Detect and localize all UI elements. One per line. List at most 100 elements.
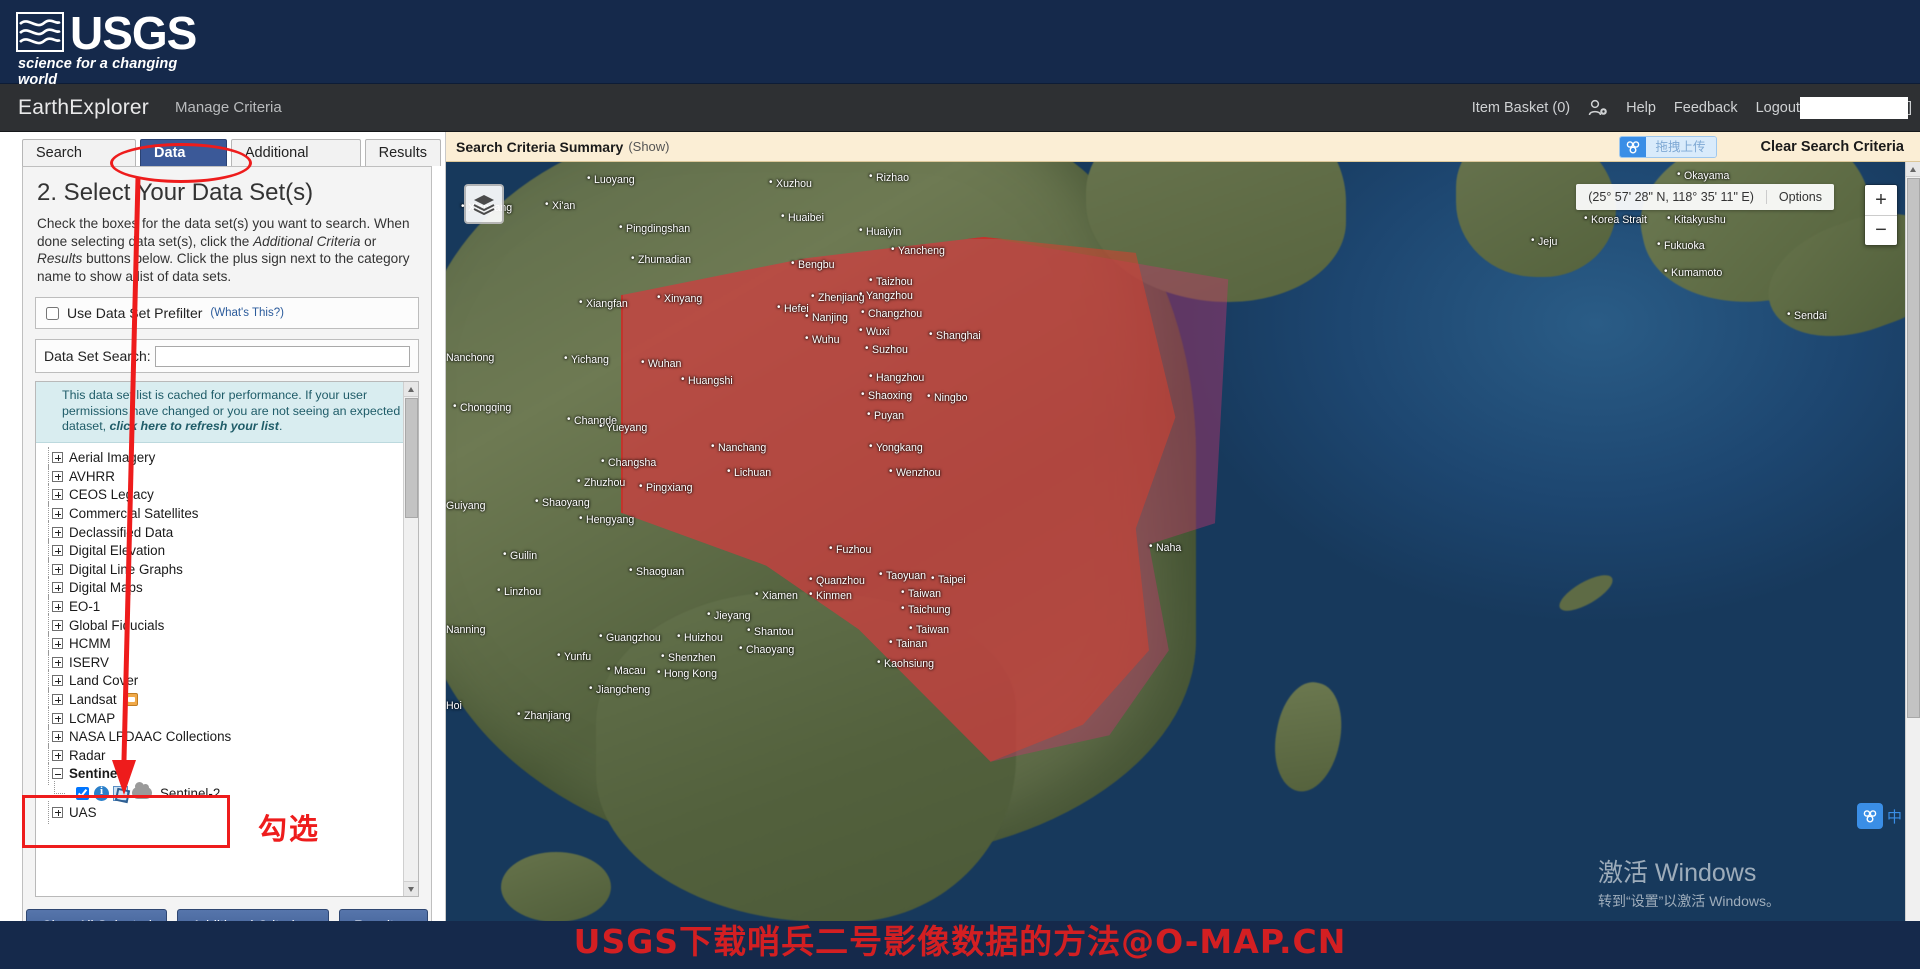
tree-item-digital-elevation[interactable]: Digital Elevation (46, 541, 418, 560)
map-canvas[interactable]: LuoyangXuzhouRizhaoOkayamaXianyangXi'anK… (446, 162, 1920, 969)
tab-data-sets[interactable]: Data Sets (140, 139, 227, 166)
tree-item-land-cover[interactable]: Land Cover (46, 672, 418, 691)
map-scrollbar-thumb[interactable] (1907, 178, 1920, 718)
scrollbar-thumb[interactable] (405, 398, 418, 518)
expand-plus-icon[interactable] (52, 694, 63, 705)
tree-item-iserv[interactable]: ISERV (46, 653, 418, 672)
cache-refresh-link[interactable]: click here to refresh your list (110, 419, 279, 433)
tree-item-radar[interactable]: Radar (46, 746, 418, 765)
redacted-username (1800, 97, 1908, 119)
sentinel-2-checkbox[interactable] (76, 787, 89, 800)
tree-item-digital-maps[interactable]: Digital Maps (46, 579, 418, 598)
tree-item-eo-1[interactable]: EO-1 (46, 597, 418, 616)
tree-label: EO-1 (69, 599, 100, 614)
tab-search-criteria[interactable]: Search Criteria (22, 139, 136, 166)
map-scroll-up-arrow-icon[interactable] (1906, 162, 1920, 177)
prefilter-checkbox[interactable] (46, 307, 59, 320)
tree-item-landsat[interactable]: Landsat (46, 690, 418, 709)
tree-item-sentinel[interactable]: Sentinel (46, 765, 418, 784)
tree-label: LCMAP (69, 711, 115, 726)
app-brand[interactable]: EarthExplorer (18, 96, 149, 120)
expand-plus-icon[interactable] (52, 471, 63, 482)
tree-scrollbar[interactable] (403, 382, 418, 896)
tab-additional-criteria[interactable]: Additional Criteria (231, 139, 361, 166)
footprint-icon[interactable] (113, 786, 128, 801)
map-vertical-scrollbar[interactable] (1905, 162, 1920, 969)
page-title: 2. Select Your Data Set(s) (37, 179, 431, 207)
expand-plus-icon[interactable] (52, 564, 63, 575)
nav-logout[interactable]: Logout (1756, 100, 1800, 116)
whats-this-link[interactable]: (What's This?) (210, 307, 284, 319)
desc-em-additional: Additional Criteria (253, 234, 360, 249)
expand-plus-icon[interactable] (52, 452, 63, 463)
tab-results[interactable]: Results (365, 139, 441, 166)
collapse-minus-icon[interactable] (52, 768, 63, 779)
cache-notice: This data set list is cached for perform… (36, 382, 418, 443)
baidu-logo-text: 中 (1887, 806, 1902, 827)
baidu-upload-button[interactable]: 拖拽上传 (1619, 136, 1717, 158)
expand-plus-icon[interactable] (52, 508, 63, 519)
nav-feedback[interactable]: Feedback (1674, 100, 1738, 116)
search-criteria-show-link[interactable]: (Show) (628, 139, 669, 154)
expand-plus-icon[interactable] (52, 545, 63, 556)
tree-child-sentinel-2[interactable]: Sentinel-2 (46, 783, 418, 803)
zoom-in-button[interactable]: + (1865, 185, 1897, 215)
expand-plus-icon[interactable] (52, 713, 63, 724)
usgs-logo[interactable]: USGS science for a changing world (16, 10, 216, 74)
tree-label: Sentinel (69, 766, 121, 781)
tree-label: Radar (69, 748, 105, 763)
land-hainan (501, 852, 611, 922)
cloud-icon[interactable] (132, 787, 152, 799)
info-icon[interactable] (94, 786, 109, 801)
expand-plus-icon[interactable] (52, 731, 63, 742)
expand-plus-icon[interactable] (52, 489, 63, 500)
tree-item-declassified-data[interactable]: Declassified Data (46, 523, 418, 542)
expand-plus-icon[interactable] (52, 750, 63, 761)
tree-item-hcmm[interactable]: HCMM (46, 634, 418, 653)
expand-plus-icon[interactable] (52, 657, 63, 668)
map-layers-button[interactable] (464, 184, 504, 224)
user-gear-icon[interactable] (1588, 99, 1608, 117)
tree-item-ceos-legacy[interactable]: CEOS Legacy (46, 486, 418, 505)
nav-manage-criteria[interactable]: Manage Criteria (175, 99, 282, 116)
expand-plus-icon[interactable] (52, 807, 63, 818)
zoom-out-button[interactable]: − (1865, 215, 1897, 245)
tree-item-digital-line-graphs[interactable]: Digital Line Graphs (46, 560, 418, 579)
baidu-floating-logo[interactable]: 中 (1857, 803, 1902, 829)
tree-item-lcmap[interactable]: LCMAP (46, 709, 418, 728)
search-criteria-summary-bar: Search Criteria Summary (Show) 拖拽上传 Clea… (446, 132, 1920, 162)
nav-help[interactable]: Help (1626, 100, 1656, 116)
tree-label: Digital Maps (69, 580, 143, 595)
expand-plus-icon[interactable] (52, 620, 63, 631)
tree-item-commercial-satellites[interactable]: Commercial Satellites (46, 504, 418, 523)
expand-plus-icon[interactable] (52, 601, 63, 612)
map-area: Search Criteria Summary (Show) 拖拽上传 Clea… (446, 132, 1920, 969)
expand-plus-icon[interactable] (52, 527, 63, 538)
tree-item-aerial-imagery[interactable]: Aerial Imagery (46, 449, 418, 468)
desc-part-3: buttons below. Click the plus sign next … (37, 251, 410, 284)
scroll-down-arrow-icon[interactable] (404, 881, 418, 896)
tree-item-global-fiducials[interactable]: Global Fiducials (46, 616, 418, 635)
scroll-up-arrow-icon[interactable] (404, 382, 418, 397)
clear-search-criteria-link[interactable]: Clear Search Criteria (1761, 139, 1904, 155)
search-criteria-summary-title: Search Criteria Summary (456, 139, 623, 155)
coordinate-text: (25° 57' 28" N, 118° 35' 11" E) (1576, 190, 1766, 204)
tree-label: UAS (69, 805, 97, 820)
logout-group: Logout ] (1756, 97, 1912, 119)
prefilter-row[interactable]: Use Data Set Prefilter (What's This?) (35, 297, 419, 329)
data-set-search-input[interactable] (155, 346, 410, 367)
expand-plus-icon[interactable] (52, 675, 63, 686)
bottom-strip (0, 921, 1920, 969)
landsat-collection-icon[interactable] (125, 693, 138, 706)
left-panel: Search Criteria Data Sets Additional Cri… (0, 132, 446, 969)
data-set-tree: Aerial Imagery AVHRR CEOS Legacy Co (36, 443, 418, 822)
tree-item-nasa-lpdaac-collections[interactable]: NASA LPDAAC Collections (46, 727, 418, 746)
expand-plus-icon[interactable] (52, 638, 63, 649)
map-options-button[interactable]: Options (1766, 190, 1834, 204)
usgs-wordmark: USGS (70, 6, 196, 60)
tree-label: Digital Line Graphs (69, 562, 183, 577)
expand-plus-icon[interactable] (52, 582, 63, 593)
nav-item-basket[interactable]: Item Basket (0) (1472, 100, 1570, 116)
tree-item-uas[interactable]: UAS (46, 803, 418, 822)
tree-item-avhrr[interactable]: AVHRR (46, 467, 418, 486)
